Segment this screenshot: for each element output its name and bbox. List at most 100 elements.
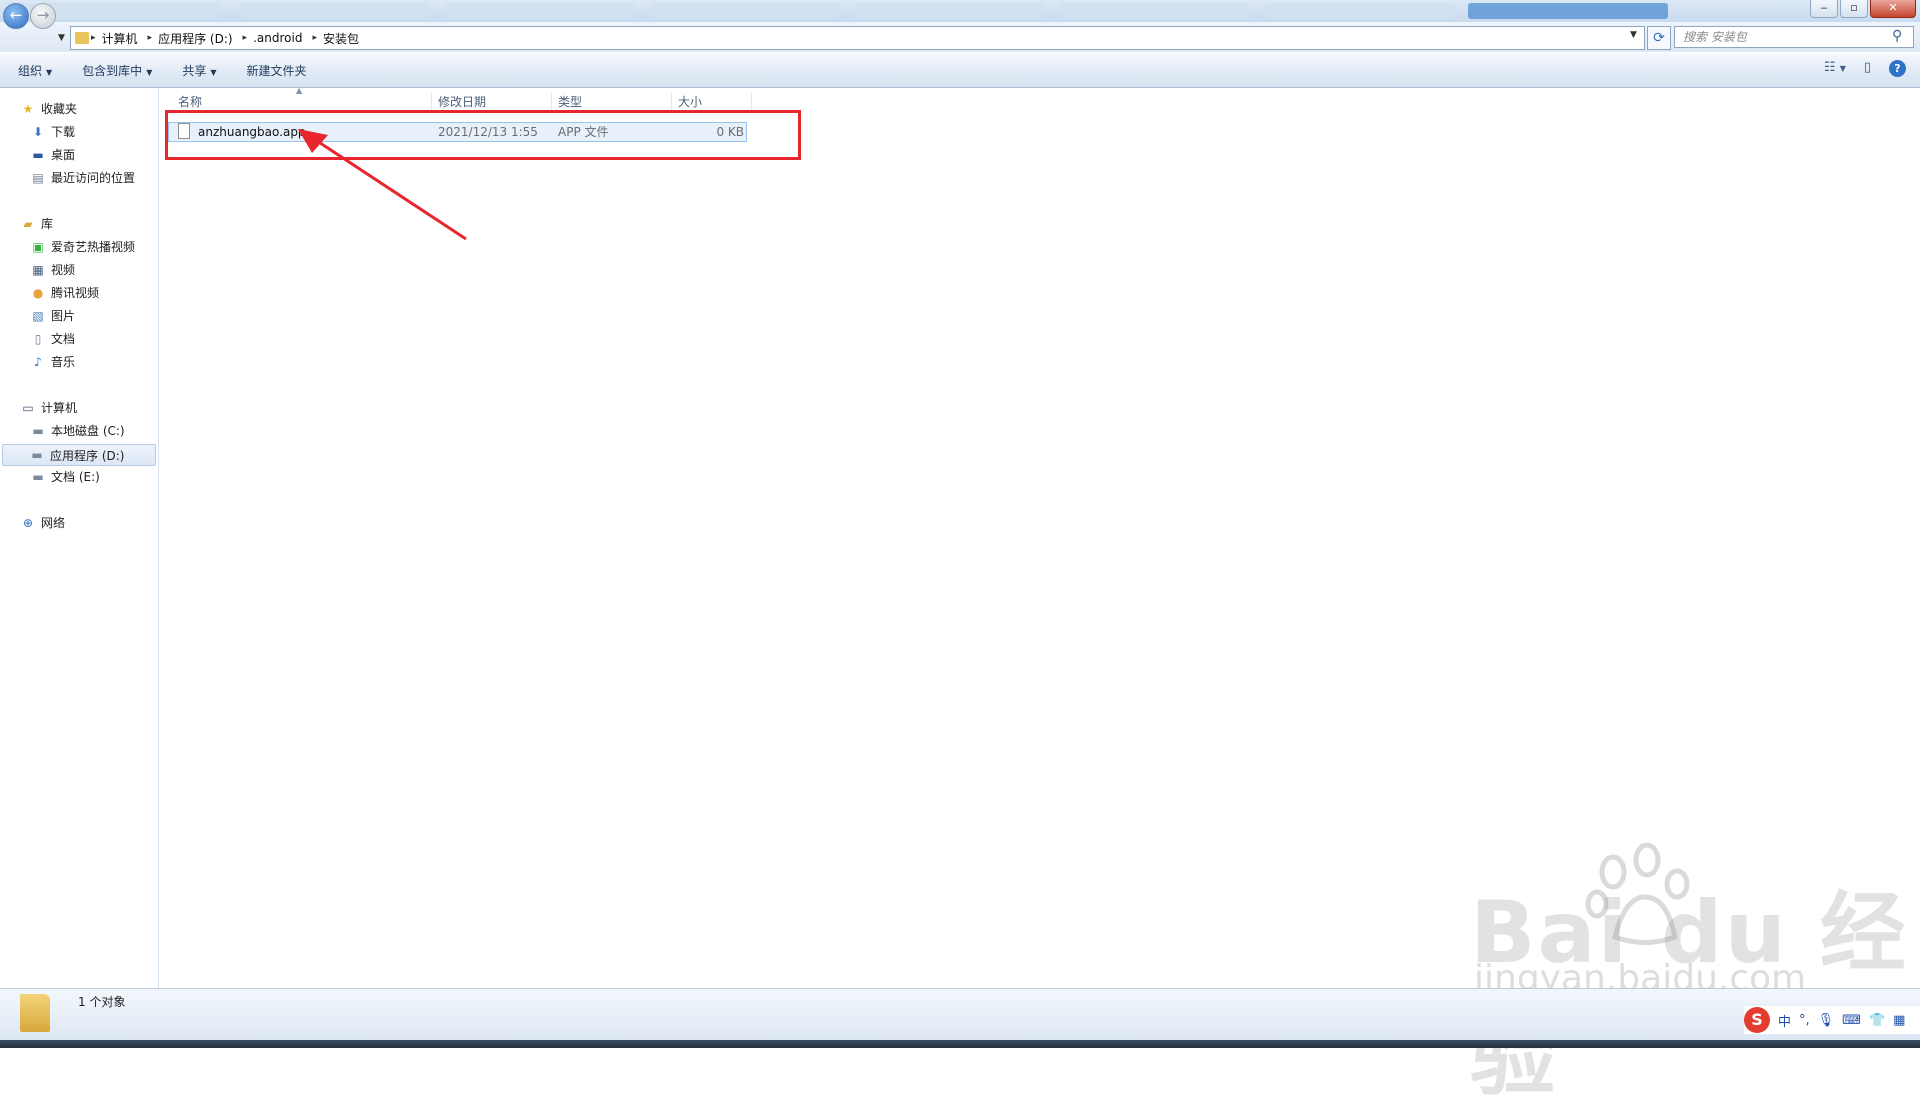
sidebar-item-iqiyi-videos[interactable]: ▣ 爱奇艺热播视频 — [30, 238, 135, 255]
share-label: 共享 — [182, 63, 207, 78]
breadcrumb-android[interactable]: .android — [249, 31, 310, 45]
sidebar-group-computer[interactable]: ▭ 计算机 — [20, 399, 77, 416]
annotation-arrow-icon — [298, 129, 467, 241]
sidebar-label: 图片 — [51, 309, 76, 323]
breadcrumb-drive-d[interactable]: 应用程序 (D:) — [154, 30, 240, 47]
address-history-dropdown[interactable]: ▼ — [1630, 30, 1637, 40]
forward-button[interactable]: → — [30, 3, 56, 29]
sidebar-label: 最近访问的位置 — [51, 171, 136, 185]
sidebar-group-network[interactable]: ⊕ 网络 — [20, 514, 65, 531]
include-in-library-menu[interactable]: 包含到库中 ▼ — [82, 62, 152, 79]
folder-icon — [75, 32, 89, 44]
new-folder-button[interactable]: 新建文件夹 — [247, 62, 307, 79]
background-tab[interactable] — [1265, 3, 1455, 19]
sidebar-label: 收藏夹 — [41, 102, 78, 116]
drive-icon: ▬ — [31, 448, 43, 462]
video-icon: ▦ — [32, 262, 44, 277]
breadcrumb-separator[interactable]: ▸ — [146, 33, 155, 43]
arrow-right-icon: → — [36, 6, 50, 24]
chevron-down-icon: ▼ — [146, 67, 153, 77]
column-header-modified[interactable]: 修改日期 — [432, 92, 552, 112]
microphone-icon[interactable]: 🎙 — [1818, 1013, 1835, 1028]
sidebar-label: 计算机 — [41, 401, 78, 415]
back-button[interactable]: ← — [3, 3, 29, 29]
column-header-size[interactable]: 大小 — [672, 92, 752, 112]
tencent-video-icon: ● — [32, 285, 44, 300]
background-tab[interactable] — [650, 3, 840, 19]
sidebar-item-downloads[interactable]: ⬇ 下载 — [30, 123, 75, 140]
downloads-icon: ⬇ — [32, 124, 44, 139]
skin-icon[interactable]: 👕 — [1869, 1013, 1885, 1028]
sidebar-group-libraries[interactable]: ▰ 库 — [20, 215, 53, 232]
background-tab[interactable] — [1060, 3, 1250, 19]
maximize-button[interactable]: ▫ — [1840, 0, 1868, 18]
pictures-icon: ▧ — [32, 308, 44, 323]
sidebar-item-drive-d[interactable]: ▬ 应用程序 (D:) — [2, 444, 156, 466]
music-icon: ♪ — [34, 354, 42, 369]
search-input[interactable]: 搜索 安装包 — [1674, 26, 1914, 48]
sidebar-item-documents[interactable]: ▯ 文档 — [30, 330, 75, 347]
help-icon[interactable]: ? — [1889, 60, 1906, 77]
title-bar — [0, 0, 1920, 23]
refresh-button[interactable]: ⟳ — [1647, 26, 1671, 50]
search-icon[interactable]: ⚲ — [1892, 28, 1902, 44]
sidebar-label: 音乐 — [51, 355, 76, 369]
breadcrumb-separator[interactable]: ▸ — [89, 33, 98, 43]
iqiyi-icon: ▣ — [32, 239, 44, 254]
sidebar-item-videos[interactable]: ▦ 视频 — [30, 261, 75, 278]
background-tab[interactable] — [240, 3, 430, 19]
minimize-button[interactable]: ‒ — [1810, 0, 1838, 18]
organize-menu[interactable]: 组织 ▼ — [18, 62, 52, 79]
close-button[interactable]: ✕ — [1870, 0, 1916, 18]
chevron-down-icon: ▼ — [210, 67, 217, 77]
ime-language-toggle[interactable]: 中 — [1778, 1011, 1791, 1030]
preview-pane-icon: ▯ — [1863, 60, 1871, 75]
background-tab[interactable] — [445, 3, 635, 19]
sidebar-item-music[interactable]: ♪ 音乐 — [30, 353, 75, 370]
sidebar-label: 腾讯视频 — [51, 286, 100, 300]
ime-punctuation-toggle[interactable]: °, — [1799, 1013, 1810, 1028]
sidebar-item-drive-c[interactable]: ▬ 本地磁盘 (C:) — [30, 422, 125, 439]
organize-label: 组织 — [18, 63, 43, 78]
preview-pane-button[interactable]: ▯ — [1864, 60, 1871, 77]
sidebar-item-tencent-videos[interactable]: ● 腾讯视频 — [30, 284, 99, 301]
column-header-type[interactable]: 类型 — [552, 92, 672, 112]
breadcrumb-current-folder[interactable]: 安装包 — [319, 30, 367, 47]
sidebar-label: 网络 — [41, 516, 66, 530]
sidebar-item-desktop[interactable]: ▬ 桌面 — [30, 146, 75, 163]
status-item-count: 1 个对象 — [78, 995, 126, 1009]
breadcrumb-separator[interactable]: ▸ — [310, 33, 319, 43]
annotation-highlight-box — [165, 110, 801, 160]
folder-icon — [20, 994, 50, 1032]
sidebar-label: 爱奇艺热播视频 — [51, 240, 136, 254]
sidebar-item-pictures[interactable]: ▧ 图片 — [30, 307, 75, 324]
background-tab[interactable] — [855, 3, 1045, 19]
star-icon: ★ — [22, 101, 34, 116]
sidebar-label: 本地磁盘 (C:) — [51, 424, 125, 438]
view-options-button[interactable]: ☷ ▼ — [1824, 60, 1846, 77]
sidebar-group-favorites[interactable]: ★ 收藏夹 — [20, 100, 77, 117]
computer-icon: ▭ — [22, 400, 34, 415]
document-icon: ▯ — [34, 331, 42, 346]
recent-pages-dropdown[interactable]: ▼ — [58, 33, 65, 43]
sidebar-label: 文档 (E:) — [51, 470, 100, 484]
sidebar-label: 库 — [41, 217, 54, 231]
keyboard-icon[interactable]: ⌨ — [1842, 1013, 1861, 1028]
breadcrumb-computer[interactable]: 计算机 — [98, 30, 146, 47]
toolbox-icon[interactable]: ▦ — [1893, 1013, 1905, 1028]
sidebar-label: 桌面 — [51, 148, 76, 162]
library-icon: ▰ — [23, 216, 33, 231]
share-menu[interactable]: 共享 ▼ — [182, 62, 216, 79]
background-tab-active[interactable] — [1468, 3, 1668, 19]
drive-icon: ▬ — [32, 469, 44, 484]
chevron-down-icon: ▼ — [1839, 64, 1846, 73]
desktop-icon: ▬ — [32, 147, 44, 162]
sidebar-item-drive-e[interactable]: ▬ 文档 (E:) — [30, 468, 100, 485]
column-header-name[interactable]: 名称 — [172, 92, 432, 112]
address-bar[interactable]: ▸ 计算机 ▸ 应用程序 (D:) ▸ .android ▸ 安装包 — [70, 26, 1645, 50]
list-view-icon: ☷ — [1823, 60, 1836, 75]
sogou-logo-icon[interactable]: S — [1744, 1007, 1770, 1033]
breadcrumb-separator[interactable]: ▸ — [241, 33, 250, 43]
sidebar-item-recent-places[interactable]: ▤ 最近访问的位置 — [30, 169, 135, 186]
status-bar — [0, 988, 1920, 1041]
